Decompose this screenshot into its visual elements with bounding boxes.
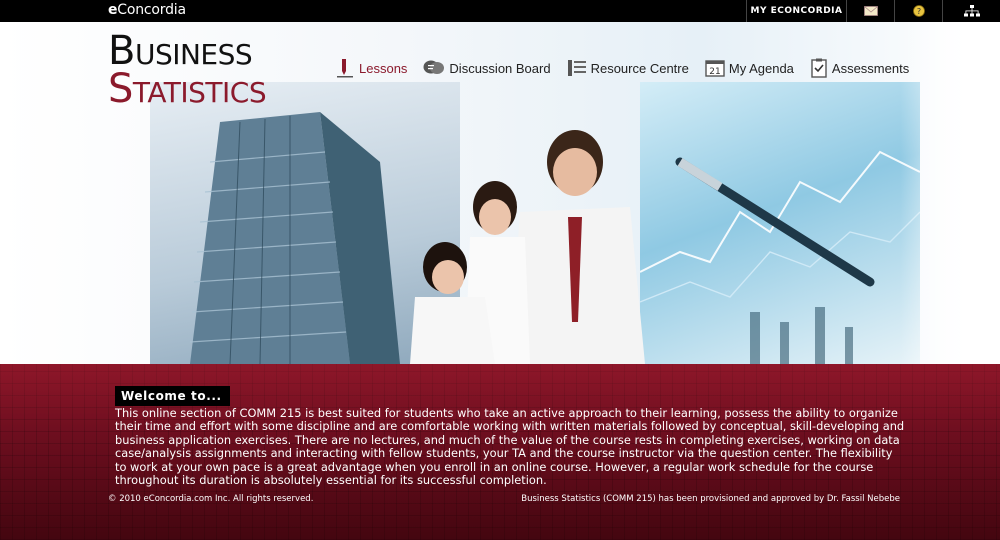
- help-button[interactable]: ?: [894, 0, 942, 22]
- top-nav: MY ECONCORDIA ?: [746, 0, 1000, 22]
- people-image: [410, 130, 645, 364]
- nav-lessons[interactable]: Lessons: [335, 58, 407, 78]
- calendar-icon: 21: [705, 60, 725, 77]
- hero-banner: BUSINESS STATISTICS Lessons Discussion B…: [0, 22, 1000, 364]
- nav-label: Discussion Board: [449, 60, 551, 76]
- logo-statistics: STATISTICS: [108, 66, 267, 112]
- nav-discussion-board[interactable]: Discussion Board: [423, 59, 551, 77]
- checklist-icon: [811, 58, 827, 78]
- chat-bubbles-icon: [423, 60, 445, 74]
- approval-text: Business Statistics (COMM 215) has been …: [521, 494, 900, 504]
- nav-my-agenda[interactable]: 21 My Agenda: [705, 59, 794, 77]
- copyright-text: © 2010 eConcordia.com Inc. All rights re…: [108, 494, 314, 504]
- brand-name: Concordia: [117, 2, 186, 18]
- welcome-section: Welcome to... This online section of COM…: [0, 364, 1000, 540]
- sitemap-button[interactable]: [942, 0, 1000, 22]
- help-icon: ?: [912, 5, 925, 17]
- my-econcordia-link[interactable]: MY ECONCORDIA: [746, 0, 846, 22]
- brand-prefix: e: [108, 2, 118, 18]
- main-nav: Lessons Discussion Board Resource Centre…: [335, 52, 925, 84]
- top-bar: eConcordia MY ECONCORDIA ?: [0, 0, 1000, 22]
- pen-icon: [337, 59, 353, 78]
- mail-button[interactable]: [846, 0, 894, 22]
- svg-text:21: 21: [709, 67, 720, 77]
- nav-label: Assessments: [831, 60, 910, 76]
- mail-icon: [863, 6, 878, 16]
- sitemap-icon: [963, 4, 980, 16]
- list-icon: [567, 60, 586, 76]
- welcome-body: This online section of COMM 215 is best …: [115, 406, 905, 488]
- svg-text:?: ?: [916, 7, 920, 16]
- chart-pen-image: [639, 82, 921, 364]
- course-logo: BUSINESS STATISTICS: [108, 31, 267, 113]
- nav-assessments[interactable]: Assessments: [810, 58, 909, 78]
- nav-label: My Agenda: [728, 60, 794, 76]
- econcordia-logo[interactable]: eConcordia: [108, 2, 186, 18]
- nav-label: Lessons: [359, 60, 408, 76]
- nav-resource-centre[interactable]: Resource Centre: [567, 59, 689, 77]
- nav-label: Resource Centre: [590, 60, 689, 76]
- welcome-heading: Welcome to...: [115, 386, 230, 406]
